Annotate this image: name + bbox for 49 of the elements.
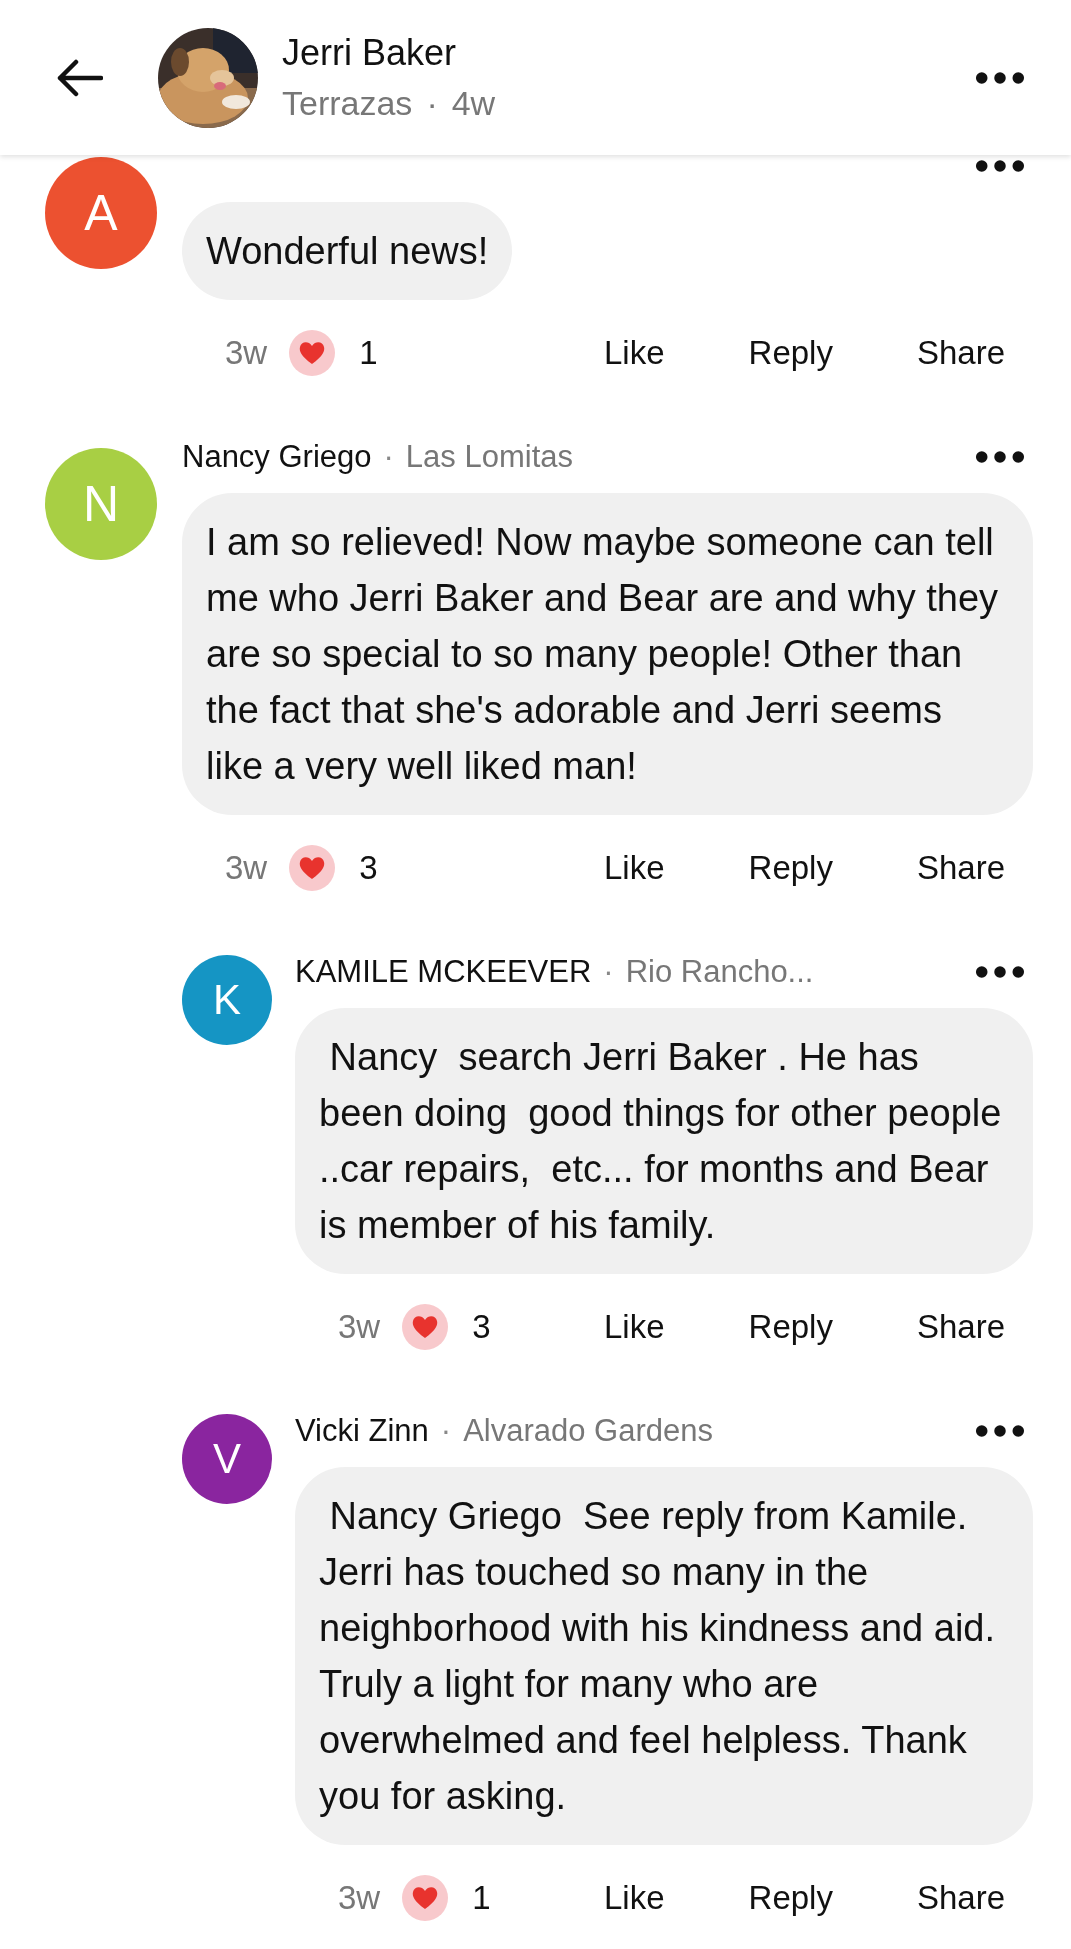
comment-time: 3w xyxy=(225,849,268,887)
comment-action-link[interactable]: Like xyxy=(592,1879,677,1917)
more-options-icon[interactable] xyxy=(975,450,1025,464)
comment-time: 3w xyxy=(225,334,268,372)
heart-reaction-icon[interactable] xyxy=(289,845,336,891)
author-name[interactable]: KAMILE MCKEEVER xyxy=(295,954,592,990)
comment-action-link[interactable]: Share xyxy=(904,1879,1017,1917)
comment-bubble: Nancy Griego See reply from Kamile. Jerri has touched so many in the neighborhood with his kindness and aid. Truly a light for many who are overwhelmed and feel helpless. Thank you for asking. xyxy=(295,1467,1033,1845)
neighborhood-name: Las Lomitas xyxy=(405,439,573,475)
comment-action-link[interactable]: Like xyxy=(592,849,677,887)
comment-action-link[interactable]: Share xyxy=(904,849,1017,887)
separator-dot: · xyxy=(383,439,394,475)
neighborhood-name: Rio Rancho... xyxy=(625,954,814,990)
comment-action-link[interactable]: Share xyxy=(904,334,1017,372)
comment-action-link[interactable]: Reply xyxy=(736,1308,845,1346)
separator-dot: · xyxy=(426,82,438,124)
more-options-icon[interactable] xyxy=(975,1424,1025,1438)
comment-action-link[interactable]: Like xyxy=(592,334,677,372)
comment-bubble: Nancy search Jerri Baker . He has been doing good things for other people ..car repairs, etc... for months and Bear is member of his family. xyxy=(295,1008,1033,1274)
avatar[interactable]: V xyxy=(182,1414,272,1504)
post-time: 4w xyxy=(451,82,496,124)
comment-time: 3w xyxy=(338,1308,381,1346)
comment-action-link[interactable]: Like xyxy=(592,1308,677,1346)
neighborhood-name: Terrazas xyxy=(282,82,413,124)
reaction-count: 3 xyxy=(472,1308,491,1346)
heart-reaction-icon[interactable] xyxy=(289,330,336,376)
reaction-count: 1 xyxy=(359,334,378,372)
reaction-count: 1 xyxy=(472,1879,491,1917)
author-name[interactable]: Vicki Zinn xyxy=(295,1413,429,1449)
heart-reaction-icon[interactable] xyxy=(402,1304,449,1350)
reaction-count: 3 xyxy=(359,849,378,887)
author-name[interactable]: Nancy Griego xyxy=(182,439,372,475)
avatar[interactable]: A xyxy=(45,157,157,269)
comment-action-link[interactable]: Reply xyxy=(736,1879,845,1917)
more-options-icon[interactable] xyxy=(975,965,1025,979)
more-options-icon[interactable] xyxy=(975,70,1025,85)
post-author-name[interactable]: Jerri Baker xyxy=(282,30,496,75)
comment-action-link[interactable]: Share xyxy=(904,1308,1017,1346)
comment-action-link[interactable]: Reply xyxy=(736,849,845,887)
heart-reaction-icon[interactable] xyxy=(402,1875,449,1921)
comment-action-link[interactable]: Reply xyxy=(736,334,845,372)
comment-time: 3w xyxy=(338,1879,381,1917)
comment-bubble: I am so relieved! Now maybe someone can tell me who Jerri Baker and Bear are and why they are so special to so many people! Other than the fact that she's adorable and Jerri seems like a very well liked man! xyxy=(182,493,1033,815)
separator-dot: · xyxy=(440,1413,452,1449)
separator-dot: · xyxy=(603,954,614,990)
neighborhood-name: Alvarado Gardens xyxy=(463,1413,713,1449)
more-options-icon[interactable] xyxy=(975,159,1025,173)
back-arrow-icon[interactable] xyxy=(55,57,103,98)
comment-bubble: Wonderful news! xyxy=(182,202,513,300)
